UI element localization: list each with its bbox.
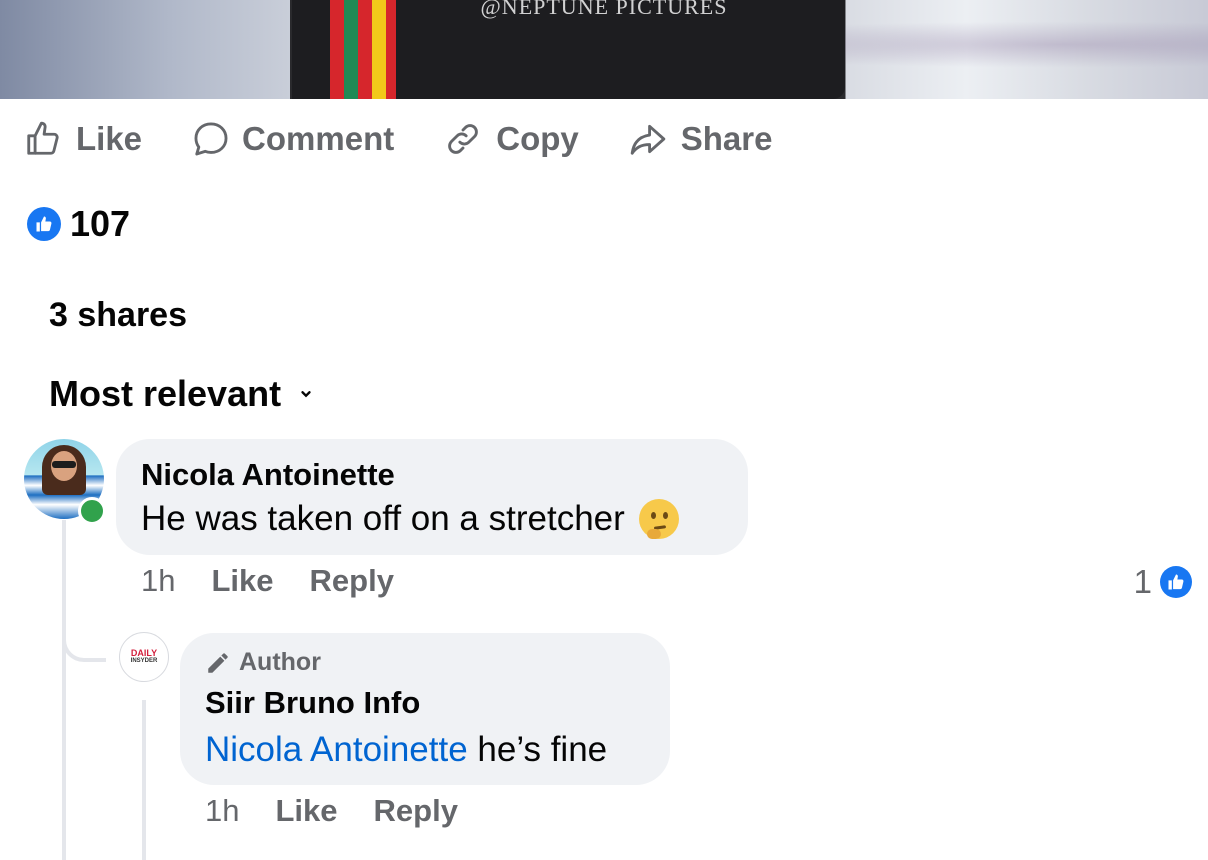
author-badge-label: Author (239, 648, 321, 676)
comment-reaction-count[interactable]: 1 (1134, 563, 1192, 601)
comment-reply-button[interactable]: Reply (310, 563, 394, 599)
copy-button[interactable]: Copy (444, 120, 579, 158)
reply-text: Nicola Antoinette he’s fine (205, 730, 607, 770)
thread-line (142, 700, 146, 860)
link-icon (448, 124, 479, 154)
comment-meta: 1h Like Reply (141, 563, 430, 599)
comment-text: He was taken off on a stretcher (141, 499, 679, 539)
sort-label: Most relevant (49, 373, 282, 414)
share-count[interactable]: 3 shares (49, 296, 187, 335)
thread-connector (62, 620, 106, 662)
reply-like-button[interactable]: Like (275, 793, 337, 829)
avatar-logo-text: DAILY (130, 648, 158, 658)
like-reaction-icon (27, 207, 61, 241)
reaction-summary[interactable]: 107 (27, 203, 130, 245)
reply-body: he’s fine (467, 730, 608, 769)
reply-avatar[interactable]: DAILY INSYDER (119, 632, 169, 682)
comment-like-button[interactable]: Like (211, 563, 273, 599)
comment-label: Comment (242, 120, 395, 157)
chevron-down-icon (301, 391, 311, 398)
thread-line (62, 658, 66, 860)
like-reaction-icon (1160, 566, 1192, 598)
like-button[interactable]: Like (24, 120, 142, 158)
reply-reply-button[interactable]: Reply (374, 793, 458, 829)
comment-reaction-number: 1 (1133, 563, 1152, 600)
reply-author[interactable]: Siir Bruno Info (205, 685, 420, 721)
reply-timestamp[interactable]: 1h (205, 793, 239, 829)
post-photo[interactable]: @NEPTUNE PICTURES (0, 0, 1208, 99)
comment-button[interactable]: Comment (192, 120, 394, 158)
comment-icon (194, 122, 228, 156)
thinking-face-emoji-icon (638, 499, 679, 539)
pen-icon (208, 652, 228, 673)
reply-bubble: Author Siir Bruno Info Nicola Antoinette… (180, 633, 670, 785)
photo-watermark: @NEPTUNE PICTURES (480, 0, 728, 19)
comment-body: He was taken off on a stretcher (141, 499, 625, 538)
comment-sort-dropdown[interactable]: Most relevant (49, 373, 313, 415)
post-action-bar: Like Comment Copy Share (24, 115, 822, 163)
online-status-dot (78, 497, 106, 525)
share-icon (630, 124, 665, 155)
thumbs-up-icon (27, 121, 59, 155)
share-button[interactable]: Share (629, 120, 773, 158)
reaction-count: 107 (70, 203, 131, 244)
reply-meta: 1h Like Reply (205, 793, 494, 829)
avatar-logo-text: INSYDER (130, 658, 158, 664)
like-label: Like (76, 120, 143, 157)
comment-timestamp[interactable]: 1h (141, 563, 175, 599)
author-badge: Author (205, 648, 321, 677)
comment-author[interactable]: Nicola Antoinette (141, 457, 395, 493)
mention-link[interactable]: Nicola Antoinette (205, 730, 468, 769)
copy-label: Copy (496, 120, 579, 157)
share-label: Share (680, 120, 773, 157)
comment-bubble: Nicola Antoinette He was taken off on a … (116, 439, 748, 555)
